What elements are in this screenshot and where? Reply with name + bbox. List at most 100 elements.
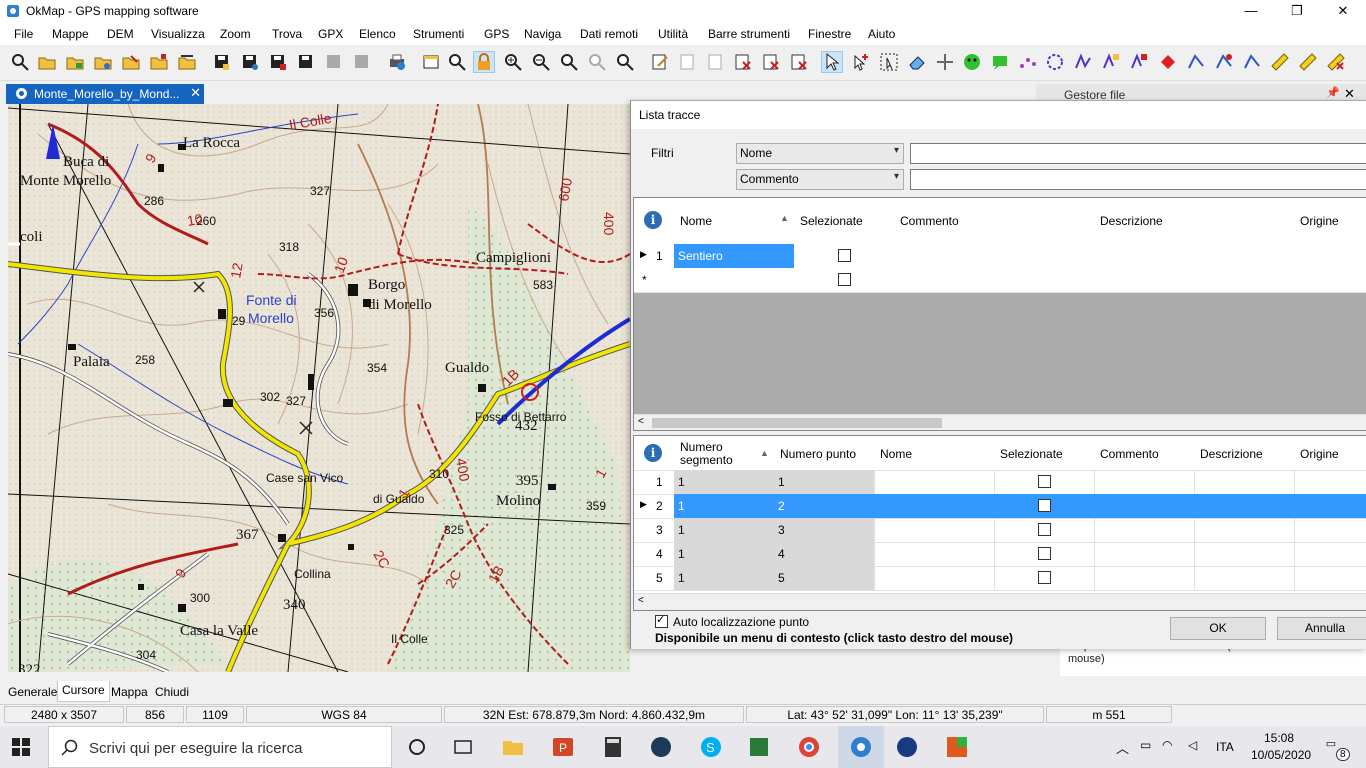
point-origin-cell[interactable] xyxy=(1294,470,1366,495)
auto-localization-checkbox[interactable]: ✓ xyxy=(655,614,668,628)
track-3-icon[interactable] xyxy=(1242,52,1262,72)
cortana-icon[interactable] xyxy=(404,734,430,760)
save-icon[interactable] xyxy=(212,52,232,72)
new-track-description-cell[interactable] xyxy=(1094,268,1295,293)
point-number-cell[interactable]: 3 xyxy=(774,518,875,543)
window-icon[interactable] xyxy=(421,52,441,72)
track-name-cell[interactable]: Sentiero xyxy=(674,244,795,269)
battery-icon[interactable]: ▭ xyxy=(1140,738,1151,752)
close-window-button[interactable]: ✕ xyxy=(1320,0,1366,23)
close-tab-icon[interactable]: ✕ xyxy=(190,85,201,101)
cancel-button[interactable]: Annulla xyxy=(1277,617,1366,640)
menu-mappe[interactable]: Mappe xyxy=(52,27,89,41)
windows-start-icon[interactable] xyxy=(12,738,30,756)
edit-2-icon[interactable] xyxy=(678,52,698,72)
point-description-cell[interactable] xyxy=(1194,566,1295,591)
new-track-comment-cell[interactable] xyxy=(894,268,1095,293)
menu-strumenti[interactable]: Strumenti xyxy=(413,27,464,41)
topographic-map[interactable]: La Rocca Buca di Monte Morello coli Borg… xyxy=(8,104,630,672)
clock-time[interactable]: 15:08 xyxy=(1264,731,1294,745)
point-description-cell[interactable] xyxy=(1194,470,1295,495)
network-icon[interactable]: ◠ xyxy=(1162,738,1172,752)
point-name-cell[interactable] xyxy=(874,518,995,543)
select-pointer-icon[interactable] xyxy=(821,51,843,73)
point-origin-cell[interactable] xyxy=(1294,542,1366,567)
point-origin-cell[interactable] xyxy=(1294,518,1366,543)
point-number-cell[interactable]: 1 xyxy=(774,470,875,495)
point-selected-cell[interactable] xyxy=(994,566,1095,591)
point-number-cell[interactable]: 5 xyxy=(774,566,875,591)
row-header[interactable]: 1 xyxy=(634,470,675,495)
skype-icon[interactable]: S xyxy=(698,734,724,760)
calculator-icon[interactable] xyxy=(600,734,626,760)
filter-text-input-2[interactable] xyxy=(910,169,1366,190)
ruler-delete-icon[interactable] xyxy=(1326,52,1346,72)
powerpoint-icon[interactable]: P xyxy=(550,734,576,760)
point-selected-checkbox[interactable] xyxy=(1038,523,1051,536)
scroll-thumb[interactable] xyxy=(652,418,942,428)
new-track-name-cell[interactable] xyxy=(674,268,795,293)
new-track-selected-checkbox[interactable] xyxy=(838,273,851,286)
edit-icon[interactable] xyxy=(650,52,670,72)
segment-cell[interactable]: 1 xyxy=(674,494,775,519)
row-header[interactable]: 4 xyxy=(634,542,675,567)
add-point-icon[interactable] xyxy=(851,52,871,72)
segment-cell[interactable]: 1 xyxy=(674,542,775,567)
zoom-in-icon[interactable] xyxy=(503,52,523,72)
points-icon[interactable] xyxy=(1018,52,1038,72)
route-add-icon[interactable] xyxy=(1101,52,1121,72)
point-origin-cell[interactable] xyxy=(1294,494,1366,519)
file-explorer-icon[interactable] xyxy=(500,734,526,760)
menu-barre-strumenti[interactable]: Barre strumenti xyxy=(708,27,790,41)
delete-doc-2-icon[interactable] xyxy=(761,52,781,72)
zoom-window-icon[interactable] xyxy=(559,52,579,72)
track-origin-cell[interactable] xyxy=(1294,244,1366,269)
zoom-out-icon[interactable] xyxy=(531,52,551,72)
column-header-commento[interactable]: Commento xyxy=(894,198,1095,245)
track-description-cell[interactable] xyxy=(1094,244,1295,269)
delete-doc-3-icon[interactable] xyxy=(789,52,809,72)
menu-elenco[interactable]: Elenco xyxy=(359,27,396,41)
app-icon-paint[interactable] xyxy=(944,734,970,760)
tracks-horizontal-scrollbar[interactable]: < xyxy=(634,414,1366,430)
app-icon-globe[interactable] xyxy=(894,734,920,760)
tracks-grid[interactable]: i Nome ▲ Selezionate Commento Descrizione… xyxy=(633,197,1366,431)
filter-text-input-1[interactable] xyxy=(910,143,1366,164)
point-number-cell[interactable]: 4 xyxy=(774,542,875,567)
menu-finestre[interactable]: Finestre xyxy=(808,27,851,41)
column-header-descrizione[interactable]: Descrizione xyxy=(1194,436,1295,471)
zoom-icon[interactable] xyxy=(447,52,467,72)
move-icon[interactable] xyxy=(935,52,955,72)
track-selected-checkbox[interactable] xyxy=(838,249,851,262)
open-folder-2-icon[interactable] xyxy=(93,52,113,72)
select-area-icon[interactable] xyxy=(879,52,899,72)
task-view-icon[interactable] xyxy=(450,734,476,760)
column-header-nome[interactable]: Nome xyxy=(874,436,995,471)
minimize-button[interactable]: — xyxy=(1228,0,1274,23)
save-3-icon[interactable] xyxy=(268,52,288,72)
save-2-icon[interactable] xyxy=(240,52,260,72)
track-2-icon[interactable] xyxy=(1214,52,1234,72)
point-comment-cell[interactable] xyxy=(1094,542,1195,567)
column-header-origine[interactable]: Origine xyxy=(1294,436,1366,471)
menu-naviga[interactable]: Naviga xyxy=(524,27,561,41)
column-header-selezionate[interactable]: Selezionate xyxy=(994,436,1095,471)
dialog-title-bar[interactable] xyxy=(631,101,1366,129)
points-grid[interactable]: i Numero segmento ▲ Numero punto Nome Sel… xyxy=(633,435,1366,611)
point-selected-checkbox[interactable] xyxy=(1038,475,1051,488)
filter-field-select-1[interactable]: Nome ▾ xyxy=(736,143,904,164)
new-row-header[interactable]: * xyxy=(634,268,675,293)
ruler-2-icon[interactable] xyxy=(1298,52,1318,72)
find-map-icon[interactable] xyxy=(10,52,30,72)
column-header-numero-segmento[interactable]: Numero segmento ▲ xyxy=(674,436,775,471)
edit-3-icon[interactable] xyxy=(706,52,726,72)
route-edit-icon[interactable] xyxy=(1073,52,1093,72)
ok-button[interactable]: OK xyxy=(1170,617,1266,640)
track-icon[interactable] xyxy=(1186,52,1206,72)
pin-icon[interactable]: 📌 xyxy=(1326,86,1340,99)
point-origin-cell[interactable] xyxy=(1294,566,1366,591)
menu-utilita[interactable]: Utilità xyxy=(658,27,688,41)
segment-cell[interactable]: 1 xyxy=(674,470,775,495)
menu-dem[interactable]: DEM xyxy=(107,27,134,41)
open-folder-4-icon[interactable] xyxy=(149,52,169,72)
